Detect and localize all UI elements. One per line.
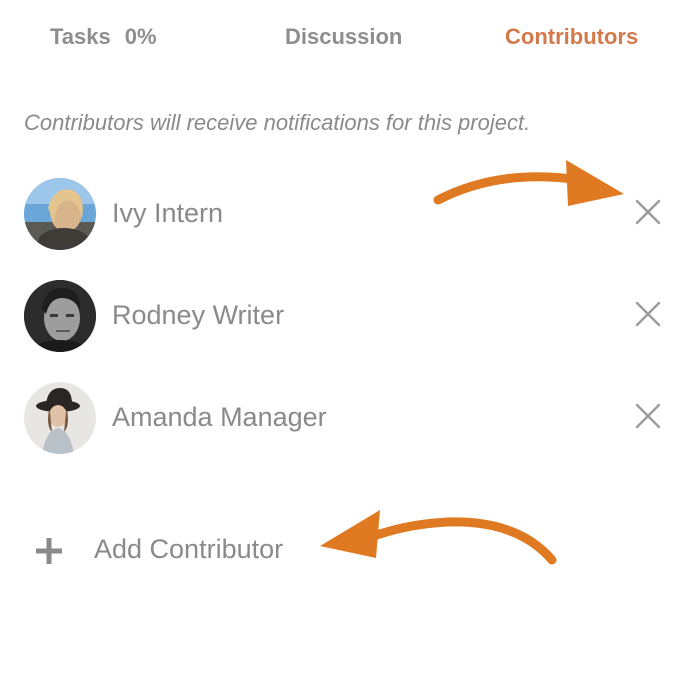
avatar-rodney [24,280,96,352]
add-contributor-label: Add Contributor [94,534,284,564]
contributor-name: Ivy Intern [112,198,224,228]
contributor-name: Amanda Manager [112,402,327,432]
tab-contributors[interactable]: Contributors [505,24,638,50]
tab-tasks-label: Tasks [50,24,111,49]
avatar-ivy [24,178,96,250]
contributor-name: Rodney Writer [112,300,285,330]
contributors-note: Contributors will receive notifications … [24,110,531,135]
close-icon [635,301,661,327]
tab-bar: Tasks 0% Discussion Contributors [0,24,692,54]
remove-contributor-button[interactable] [634,198,662,226]
contributor-row: Rodney Writer [24,280,674,354]
remove-contributor-button[interactable] [634,300,662,328]
tab-tasks-percent: 0% [124,24,157,49]
avatar-amanda [24,382,96,454]
tab-discussion[interactable]: Discussion [285,24,402,50]
tab-tasks[interactable]: Tasks 0% [50,24,157,50]
contributors-panel: Tasks 0% Discussion Contributors Contribu… [0,0,692,674]
close-icon [635,199,661,225]
close-icon [635,403,661,429]
contributor-row: Amanda Manager [24,382,674,456]
annotation-arrow-add [320,510,557,565]
plus-icon [36,538,62,564]
contributor-row: Ivy Intern [24,178,674,252]
remove-contributor-button[interactable] [634,402,662,430]
